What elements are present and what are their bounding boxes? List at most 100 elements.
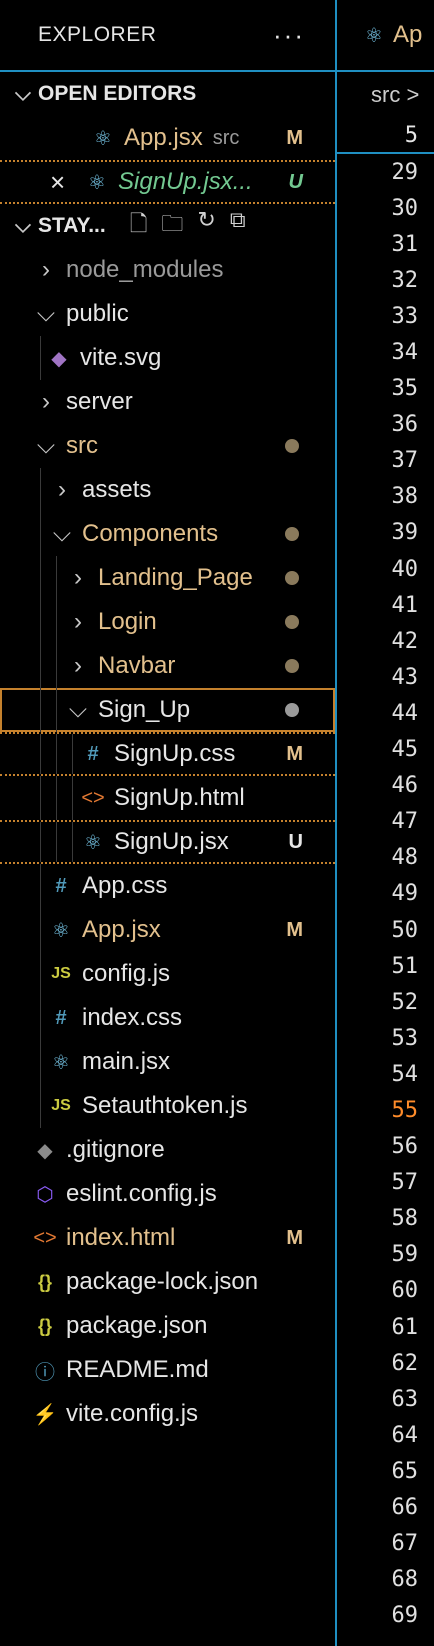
modified-dot	[285, 659, 299, 673]
more-actions-icon[interactable]: ···	[273, 20, 305, 51]
line-number: 52	[391, 989, 419, 1015]
tree-signup-html[interactable]: <> SignUp.html	[0, 776, 335, 820]
git-badge: U	[288, 170, 303, 193]
tree-public[interactable]: ⌵ public	[0, 292, 335, 336]
indent-guide	[56, 688, 57, 732]
modified-dot	[285, 615, 299, 629]
collapse-all-icon[interactable]: ⧉	[230, 207, 246, 245]
tree-signup-css[interactable]: # SignUp.css M	[0, 732, 335, 776]
tree-config-js[interactable]: JS config.js	[0, 952, 335, 996]
explorer-header: EXPLORER ···	[0, 0, 335, 72]
indent-guide	[56, 600, 57, 644]
line-number: 61	[391, 1314, 419, 1340]
line-number: 40	[391, 556, 419, 582]
indent-guide	[40, 952, 41, 996]
js-file-icon: JS	[51, 965, 71, 982]
line-number: 35	[391, 376, 419, 402]
chevron-right-icon: ›	[74, 564, 82, 591]
line-number: 48	[391, 845, 419, 871]
modified-dot	[285, 571, 299, 585]
tree-app-jsx[interactable]: ⚛ App.jsx M	[0, 908, 335, 952]
tree-eslint-config[interactable]: ⬡ eslint.config.js	[0, 1172, 335, 1216]
workspace-header[interactable]: ⌵ STAY... 🗋 🗀 ↻ ⧉	[0, 204, 335, 248]
chevron-down-icon: ⌵	[52, 520, 72, 547]
close-icon[interactable]: ×	[50, 167, 82, 198]
line-number: 36	[391, 412, 419, 438]
line-number: 58	[391, 1206, 419, 1232]
tree-server[interactable]: › server	[0, 380, 335, 424]
git-icon: ◆	[37, 1139, 53, 1162]
tree-index-css[interactable]: # index.css	[0, 996, 335, 1040]
tree-readme[interactable]: ⓘ README.md	[0, 1348, 335, 1392]
line-number: 32	[391, 267, 419, 293]
tree-package-json[interactable]: {} package.json	[0, 1304, 335, 1348]
tree-login[interactable]: › Login	[0, 600, 335, 644]
indent-guide	[40, 822, 41, 862]
line-number: 62	[391, 1350, 419, 1376]
tree-setauthtoken-js[interactable]: JS Setauthtoken.js	[0, 1084, 335, 1128]
new-folder-icon[interactable]: 🗀	[161, 207, 183, 245]
tree-vite-svg[interactable]: ◆ vite.svg	[0, 336, 335, 380]
chevron-down-icon: ⌵	[15, 82, 31, 105]
indent-guide	[56, 556, 57, 600]
tree-label: SignUp.jsx	[114, 828, 229, 855]
open-editor-app-jsx[interactable]: ⚛ App.jsx src M	[0, 116, 335, 160]
chevron-right-icon: ›	[42, 256, 50, 283]
json-file-icon: {}	[37, 1315, 52, 1336]
modified-dot	[285, 703, 299, 717]
tree-label: SignUp.html	[114, 784, 245, 811]
line-number-gutter: 29 30 31 32 33 34 35 36 37 38 39 40 41 42 43 44 45 46 47 48…	[337, 154, 434, 1634]
tree-components[interactable]: ⌵ Components	[0, 512, 335, 556]
tree-label: Navbar	[98, 652, 176, 679]
line-number: 64	[391, 1422, 419, 1448]
tree-label: SignUp.css	[114, 740, 236, 767]
tree-label: package-lock.json	[66, 1268, 259, 1295]
tree-signup-jsx[interactable]: ⚛ SignUp.jsx U	[0, 820, 335, 864]
react-icon: ⚛	[52, 1051, 70, 1074]
refresh-icon[interactable]: ↻	[197, 207, 215, 245]
vite-lightning-icon: ⚡	[32, 1403, 58, 1426]
line-number: 29	[391, 159, 419, 185]
indent-guide	[72, 822, 73, 862]
tree-gitignore[interactable]: ◆ .gitignore	[0, 1128, 335, 1172]
open-editors-header[interactable]: ⌵ OPEN EDITORS	[0, 72, 335, 116]
react-icon: ⚛	[88, 171, 106, 194]
new-file-icon[interactable]: 🗋	[130, 207, 148, 245]
tree-label: assets	[82, 476, 152, 503]
tree-main-jsx[interactable]: ⚛ main.jsx	[0, 1040, 335, 1084]
tree-src[interactable]: ⌵ src	[0, 424, 335, 468]
git-badge: M	[286, 742, 303, 765]
line-number: 42	[391, 628, 419, 654]
git-badge: U	[288, 830, 303, 853]
tree-package-lock[interactable]: {} package-lock.json	[0, 1260, 335, 1304]
open-editor-signup-jsx[interactable]: × ⚛ SignUp.jsx... U	[0, 160, 335, 204]
tree-node-modules[interactable]: › node_modules	[0, 248, 335, 292]
indent-guide	[40, 468, 41, 512]
html-file-icon: <>	[81, 786, 105, 809]
tree-label: README.md	[66, 1356, 209, 1383]
breadcrumb[interactable]: src >	[337, 72, 434, 118]
line-number: 67	[391, 1531, 419, 1557]
tree-navbar[interactable]: › Navbar	[0, 644, 335, 688]
svg-file-icon: ◆	[51, 347, 67, 370]
info-icon: ⓘ	[35, 1361, 55, 1384]
line-number: 44	[391, 700, 419, 726]
indent-guide	[72, 776, 73, 820]
workspace-label: STAY...	[38, 214, 106, 237]
tree-sign-up[interactable]: ⌵ Sign_Up	[0, 688, 335, 732]
tree-label: index.css	[82, 1004, 183, 1031]
tree-landing-page[interactable]: › Landing_Page	[0, 556, 335, 600]
tree-index-html[interactable]: <> index.html M	[0, 1216, 335, 1260]
chevron-down-icon: ⌵	[36, 432, 56, 459]
tree-vite-config[interactable]: ⚡ vite.config.js	[0, 1392, 335, 1436]
modified-dot	[285, 439, 299, 453]
modified-dot	[285, 527, 299, 541]
editor-tab-app-jsx[interactable]: ⚛ Ap	[337, 0, 434, 72]
line-number: 49	[391, 881, 419, 907]
open-editor-desc: src	[212, 126, 240, 149]
chevron-down-icon: ⌵	[36, 300, 56, 327]
indent-guide	[72, 734, 73, 774]
tree-label: .gitignore	[66, 1136, 165, 1163]
tree-app-css[interactable]: # App.css	[0, 864, 335, 908]
tree-assets[interactable]: › assets	[0, 468, 335, 512]
